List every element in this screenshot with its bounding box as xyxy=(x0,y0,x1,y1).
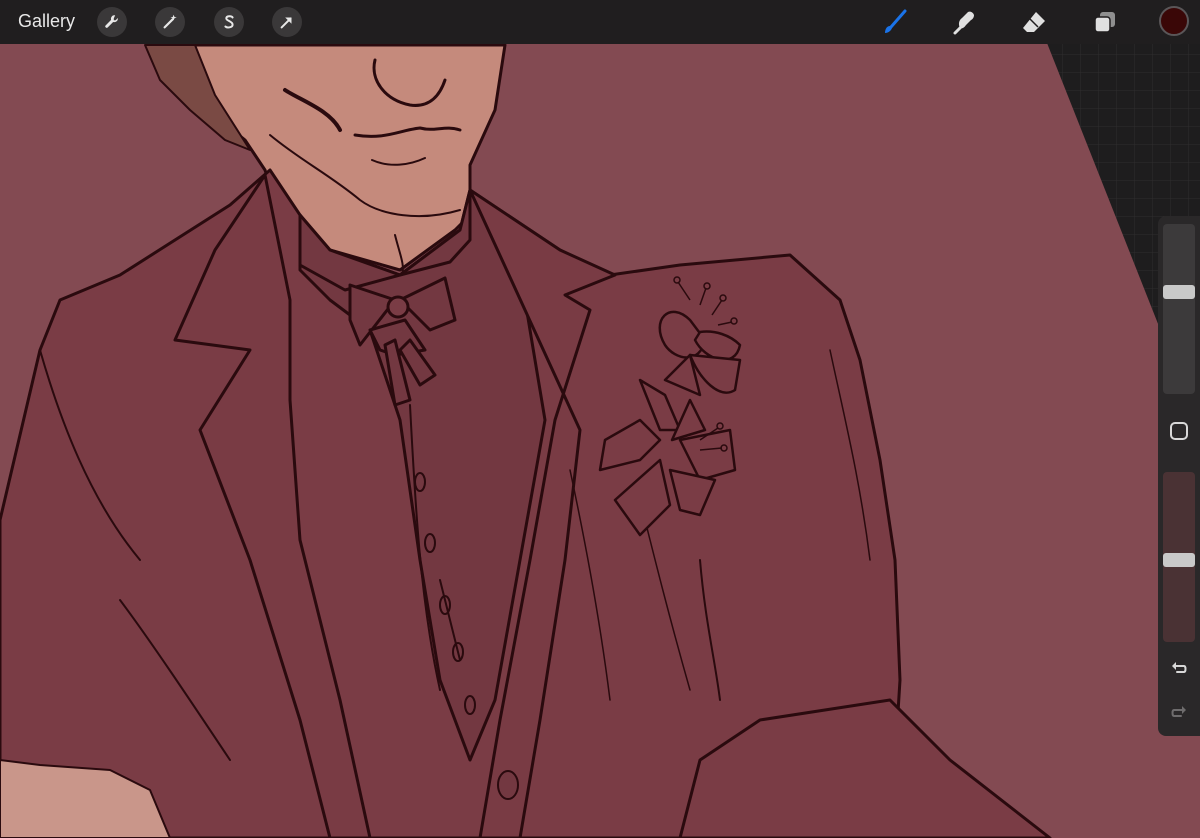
layers-button[interactable] xyxy=(1089,6,1121,38)
adjustments-button[interactable] xyxy=(155,7,185,37)
transform-arrow-icon xyxy=(280,17,292,29)
opacity-slider[interactable] xyxy=(1163,472,1195,642)
top-toolbar: Gallery xyxy=(0,0,1200,44)
redo-button[interactable] xyxy=(1168,700,1190,722)
smudge-icon xyxy=(953,11,974,35)
modify-square-icon[interactable] xyxy=(1170,422,1188,440)
brush-icon xyxy=(885,9,907,33)
artwork xyxy=(0,0,1200,838)
brush-tool-button[interactable] xyxy=(879,6,911,38)
brush-sidebar xyxy=(1158,216,1200,736)
smudge-tool-button[interactable] xyxy=(948,6,980,38)
undo-icon xyxy=(1172,662,1187,673)
selection-button[interactable] xyxy=(214,7,244,37)
actions-button[interactable] xyxy=(97,7,127,37)
selection-s-icon xyxy=(224,15,234,29)
drawing-canvas[interactable] xyxy=(0,0,1200,838)
brush-size-slider[interactable] xyxy=(1163,224,1195,394)
magic-wand-icon xyxy=(163,14,177,29)
transform-button[interactable] xyxy=(272,7,302,37)
wrench-icon xyxy=(105,15,118,28)
layers-icon xyxy=(1094,12,1115,33)
opacity-thumb[interactable] xyxy=(1163,553,1195,568)
color-picker-button[interactable] xyxy=(1159,6,1189,36)
eraser-tool-button[interactable] xyxy=(1018,6,1050,38)
brush-size-thumb[interactable] xyxy=(1163,285,1195,299)
gallery-button[interactable]: Gallery xyxy=(18,11,75,32)
eraser-icon xyxy=(1023,12,1045,32)
undo-button[interactable] xyxy=(1168,656,1190,678)
redo-icon xyxy=(1171,706,1186,717)
